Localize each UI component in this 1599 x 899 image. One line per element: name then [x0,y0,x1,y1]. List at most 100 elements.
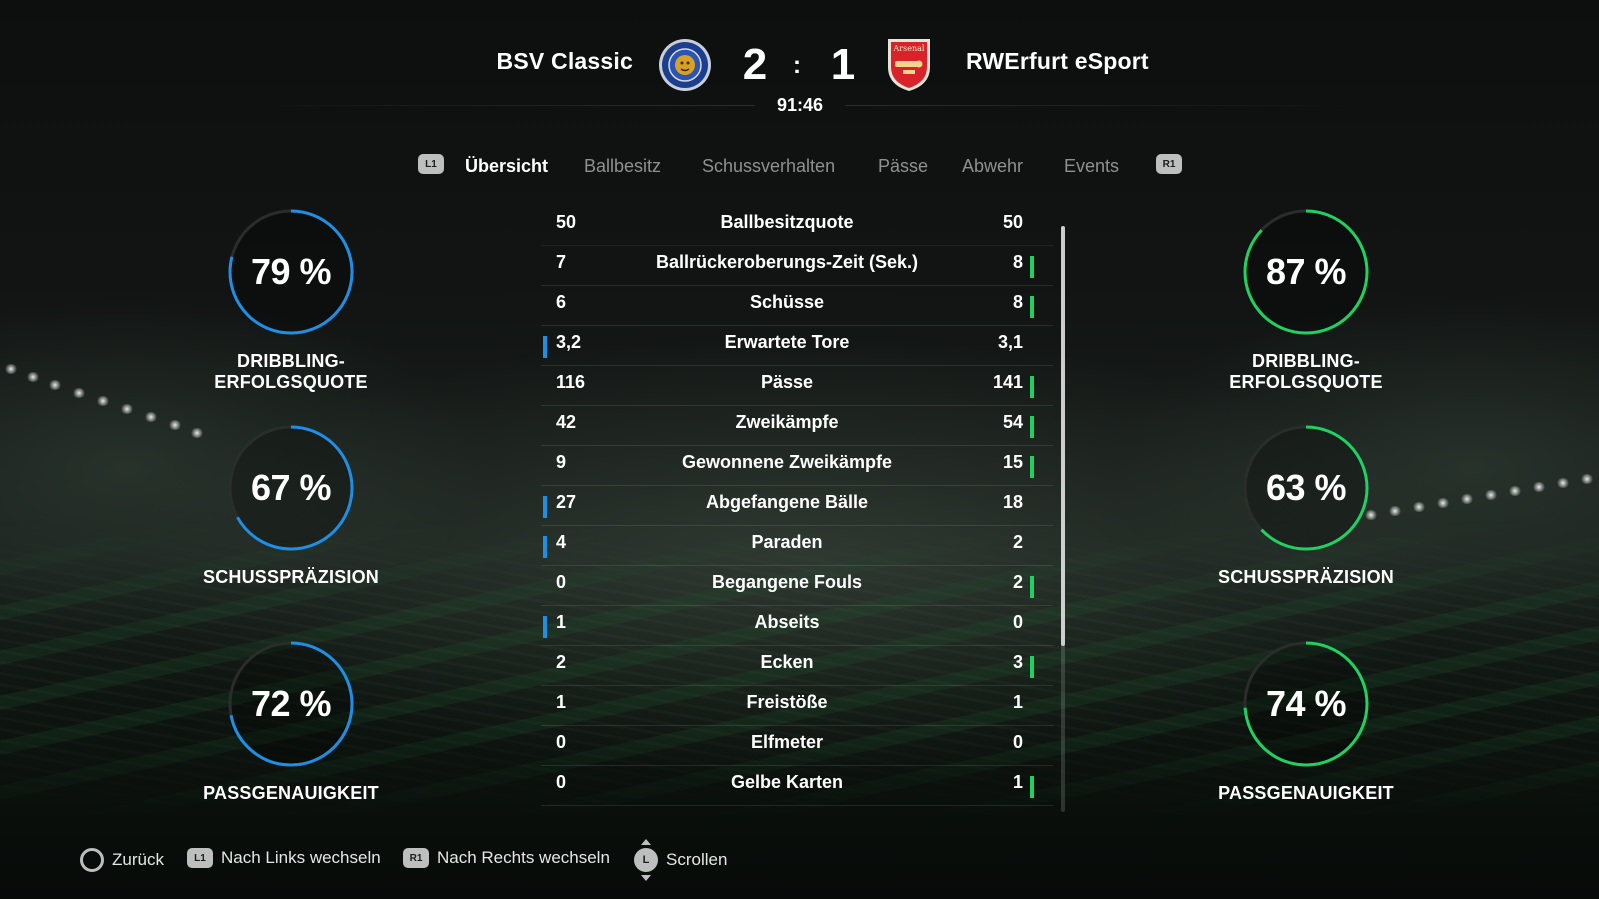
home-leader-indicator [543,536,547,558]
stat-label: Pässe [760,372,814,392]
stat-row: 0 Elfmeter 0 [541,726,1053,766]
stat-row: 116 Pässe 141 [541,366,1053,406]
home-gauge-shot-accuracy: 67 % SCHUSSPRÄZISION [161,423,421,588]
next-tab-label: Nach Rechts wechseln [437,848,610,867]
l1-button-icon: L1 [187,848,213,868]
back-label: Zurück [112,850,164,869]
stat-row: 7 Ballrückeroberungs-Zeit (Sek.) 8 [541,246,1053,286]
stat-row: 3,2 Erwartete Tore 3,1 [541,326,1053,366]
scroll-label: Scrollen [666,850,728,869]
prev-tab-hint[interactable]: L1 Nach Links wechseln [187,848,381,868]
stat-row: 50 Ballbesitzquote 50 [541,206,1053,246]
stat-home-value: 6 [556,292,567,312]
home-leader-indicator [543,616,547,638]
gauge-value: 63 % [1265,467,1347,508]
tab-paesse[interactable]: Pässe [878,156,928,177]
away-team-name: RWErfurt eSport [966,48,1149,74]
stat-row: 6 Schüsse 8 [541,286,1053,326]
stat-home-value: 3,2 [556,332,582,352]
stat-label: Elfmeter [750,732,824,752]
stat-label: Paraden [751,532,823,552]
prev-tab-label: Nach Links wechseln [221,848,381,867]
gauge-label: DRIBBLING-ERFOLGSQUOTE [214,351,368,392]
gauge-value: 79 % [250,251,332,292]
away-leader-indicator [1030,576,1034,598]
stat-away-value: 2 [1012,572,1023,592]
stat-row: 2 Ecken 3 [541,646,1053,686]
away-leader-indicator [1030,656,1034,678]
tab-abwehr[interactable]: Abwehr [962,156,1023,177]
stat-away-value: 3 [1012,652,1023,672]
stat-row: 27 Abgefangene Bälle 18 [541,486,1053,526]
stat-home-value: 9 [556,452,567,472]
tab-events[interactable]: Events [1064,156,1119,177]
stat-row: 1 Freistöße 1 [541,686,1053,726]
stat-label: Gelbe Karten [730,772,844,792]
stat-label: Freistöße [746,692,828,712]
stat-home-value: 7 [556,252,567,272]
stat-row: 42 Zweikämpfe 54 [541,406,1053,446]
stats-scrollbar[interactable] [1061,226,1065,812]
home-team-name: BSV Classic [496,48,633,74]
stat-label: Schüsse [749,292,825,312]
tab-uebersicht[interactable]: Übersicht [465,156,548,177]
stat-home-value: 4 [556,532,567,552]
scroll-hint[interactable]: L Scrollen [634,839,728,881]
l1-button-icon[interactable]: L1 [418,154,444,174]
gauge-label: SCHUSSPRÄZISION [202,567,380,587]
stat-label: Ballrückeroberungs-Zeit (Sek.) [655,252,919,272]
gauge-label: PASSGENAUIGKEIT [1218,783,1394,803]
tab-ballbesitz[interactable]: Ballbesitz [584,156,661,177]
stat-label: Ballbesitzquote [720,212,854,232]
away-crest-logo: Arsenal [886,37,940,91]
match-clock: 91:46 [776,95,824,115]
stat-home-value: 116 [556,372,586,392]
home-score: 2 [742,40,768,89]
r1-button-icon[interactable]: R1 [1156,154,1182,174]
stat-label: Erwartete Tore [724,332,850,352]
away-gauge-shot-accuracy: 63 % SCHUSSPRÄZISION [1176,423,1436,588]
stat-away-value: 1 [1012,772,1023,792]
away-leader-indicator [1030,256,1034,278]
stat-home-value: 2 [556,652,567,672]
away-leader-indicator [1030,416,1034,438]
stat-away-value: 54 [1002,412,1023,432]
away-leader-indicator [1030,456,1034,478]
home-leader-indicator [543,336,547,358]
away-gauge-pass-accuracy: 74 % PASSGENAUIGKEIT [1176,639,1436,804]
stat-home-value: 27 [556,492,577,512]
stat-away-value: 15 [1002,452,1023,472]
home-leader-indicator [543,496,547,518]
stat-home-value: 0 [556,772,567,792]
stats-tab-bar: L1 Übersicht Ballbesitz Schussverhalten … [0,152,1599,182]
stat-home-value: 50 [556,212,577,232]
circle-button-icon [80,848,104,872]
stats-scroll-thumb[interactable] [1061,226,1065,646]
back-hint[interactable]: Zurück [80,848,164,872]
stat-away-value: 0 [1012,612,1023,632]
gauge-value: 72 % [250,683,332,724]
r1-button-icon: R1 [403,848,429,868]
gauge-value: 87 % [1265,251,1347,292]
button-hints-footer: Zurück L1 Nach Links wechseln R1 Nach Re… [0,839,1599,881]
match-stats-table[interactable]: 50 Ballbesitzquote 50 7 Ballrückeroberungs-Z… [541,206,1053,806]
gauge-label: PASSGENAUIGKEIT [203,783,379,803]
stat-label: Abseits [754,612,820,632]
home-gauge-dribbling: 79 % DRIBBLING-ERFOLGSQUOTE [161,207,421,393]
stat-away-value: 2 [1012,532,1023,552]
away-score: 1 [830,40,856,89]
away-leader-indicator [1030,296,1034,318]
stat-label: Ecken [760,652,814,672]
header-divider [235,105,755,106]
stat-home-value: 1 [556,692,567,712]
stat-away-value: 50 [1002,212,1023,232]
away-leader-indicator [1030,776,1034,798]
next-tab-hint[interactable]: R1 Nach Rechts wechseln [403,848,610,868]
stat-row: 1 Abseits 0 [541,606,1053,646]
left-stick-icon: L [634,839,658,881]
stat-away-value: 8 [1012,252,1023,272]
stat-home-value: 0 [556,572,567,592]
home-gauge-pass-accuracy: 72 % PASSGENAUIGKEIT [161,639,421,804]
tab-schussverhalten[interactable]: Schussverhalten [702,156,835,177]
home-crest-logo [658,38,712,92]
